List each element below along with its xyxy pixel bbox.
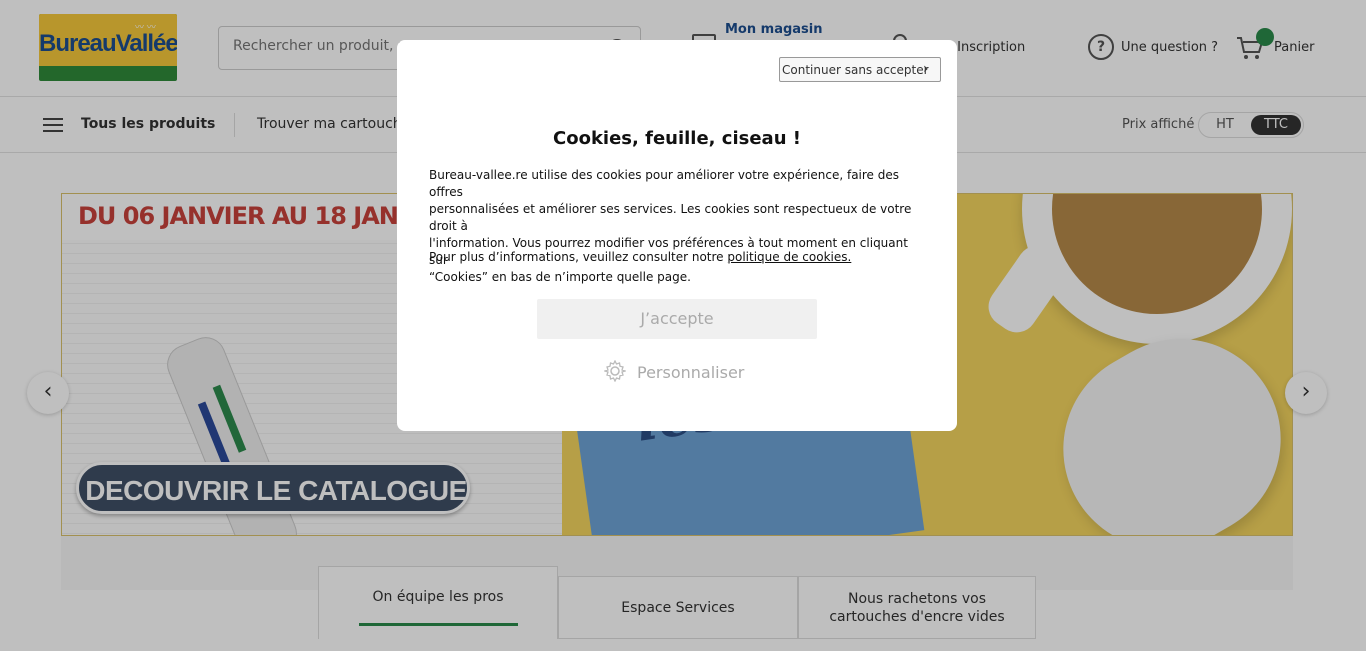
continue-without-accepting-button[interactable]: Continuer sans accepter › <box>779 57 941 82</box>
more-info-text: Pour plus d’informations, veuillez consu… <box>429 250 728 264</box>
accept-button[interactable]: J’accepte <box>537 299 817 339</box>
modal-body: Bureau-vallee.re utilise des cookies pou… <box>429 167 929 286</box>
gear-icon <box>604 360 626 382</box>
modal-body-line: personnalisées et améliorer ses services… <box>429 202 912 233</box>
skip-label: Continuer sans accepter <box>782 63 929 77</box>
modal-body-line: “Cookies” en bas de n’importe quelle pag… <box>429 270 691 284</box>
chevron-right-icon: › <box>923 61 929 77</box>
cookie-policy-link[interactable]: politique de cookies. <box>727 250 851 264</box>
customize-label: Personnaliser <box>637 363 745 382</box>
modal-title: Cookies, feuille, ciseau ! <box>553 128 801 149</box>
cookie-consent-modal: Continuer sans accepter › Cookies, feuil… <box>397 40 957 431</box>
modal-body-line: Bureau-vallee.re utilise des cookies pou… <box>429 168 900 199</box>
modal-more-info: Pour plus d’informations, veuillez consu… <box>429 250 929 264</box>
